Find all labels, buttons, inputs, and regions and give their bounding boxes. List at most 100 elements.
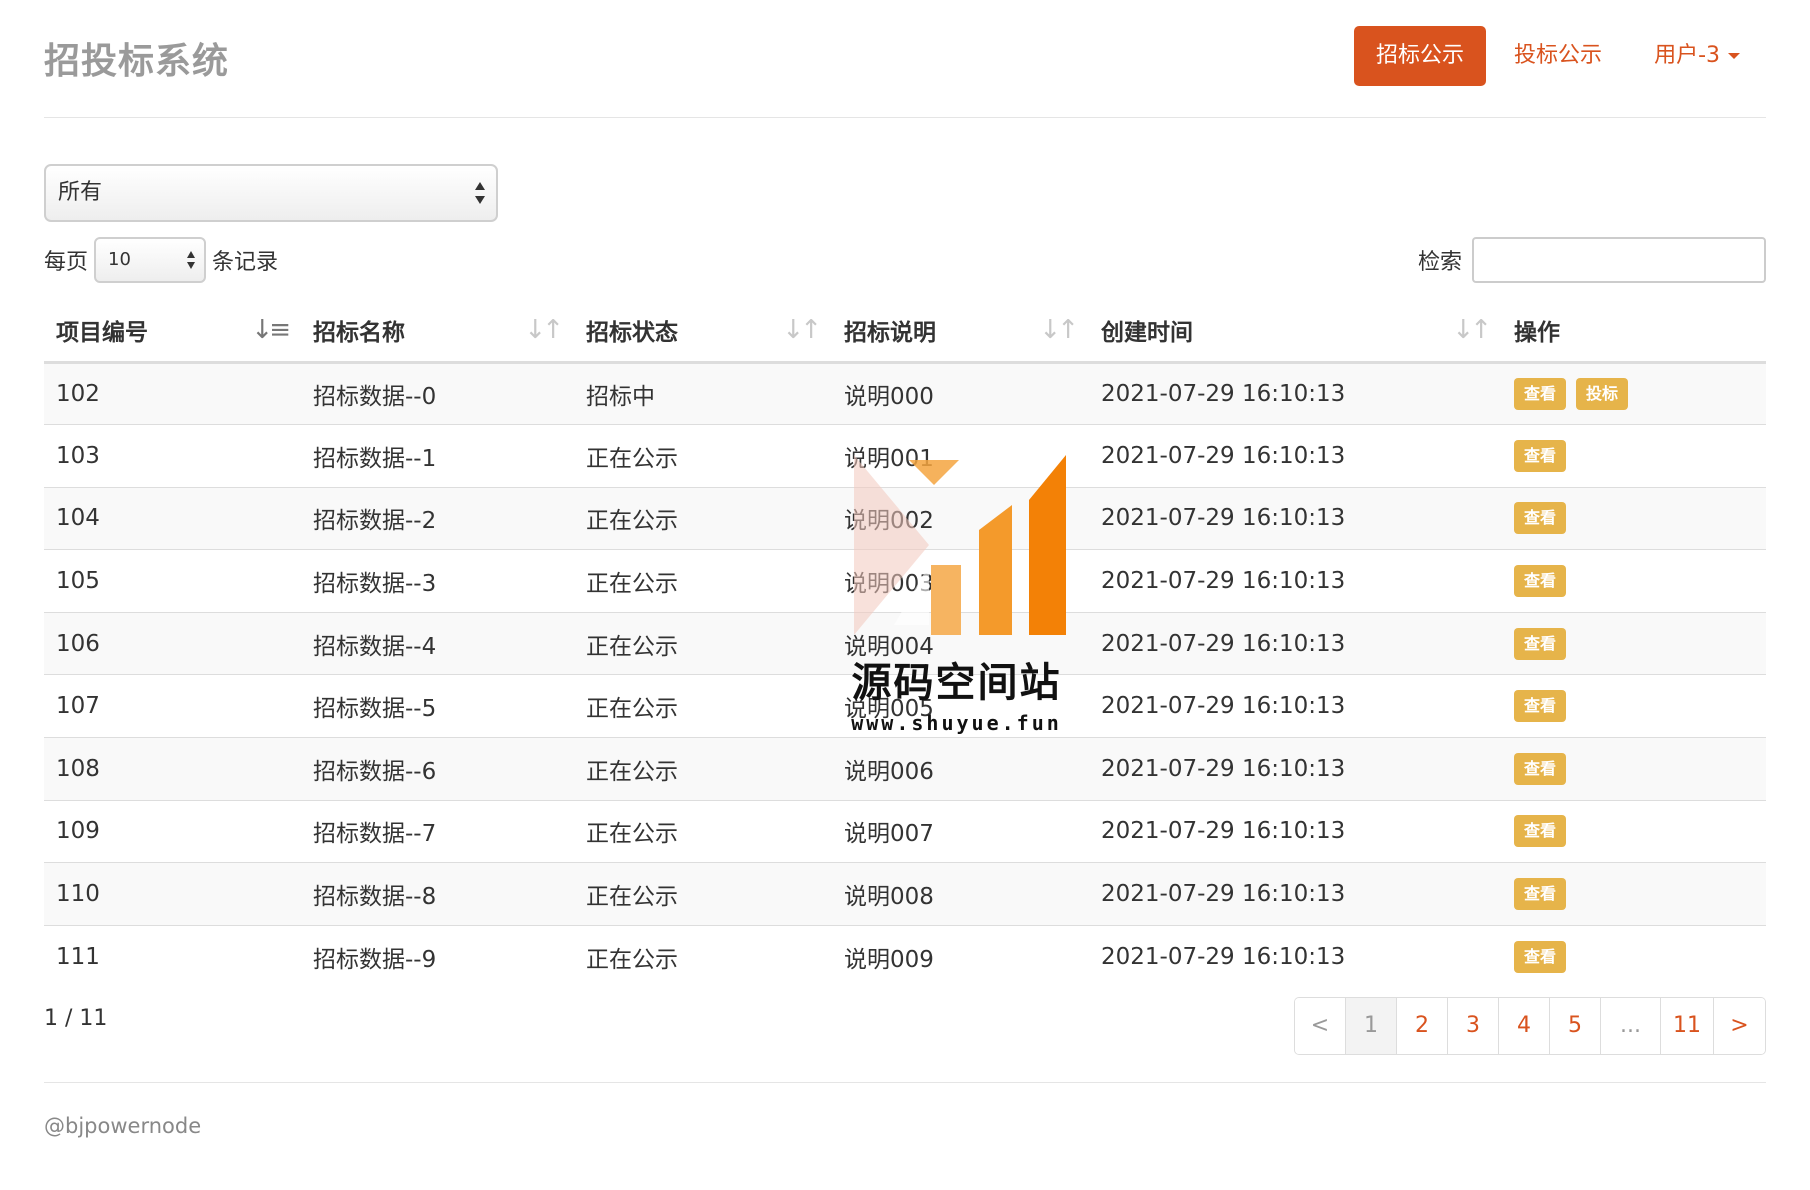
pagination-info: 1 / 11 — [44, 1006, 108, 1031]
cell-status: 正在公示 — [574, 924, 832, 988]
page-button-5[interactable]: 5 — [1550, 998, 1601, 1054]
bid-button[interactable]: 投标 — [1576, 377, 1629, 410]
select-arrows-icon — [186, 251, 196, 269]
cell-time: 2021-07-29 16:10:13 — [1089, 799, 1502, 863]
view-button[interactable]: 查看 — [1514, 940, 1567, 973]
page-button-1[interactable]: 1 — [1346, 998, 1397, 1054]
column-header-id[interactable]: 项目编号 ↓≡ — [44, 300, 301, 364]
view-button[interactable]: 查看 — [1514, 502, 1567, 535]
column-header-id-label: 项目编号 — [56, 320, 148, 347]
cell-status: 正在公示 — [574, 424, 832, 488]
column-header-status[interactable]: 招标状态 ↓↑ — [574, 300, 832, 364]
column-header-desc-label: 招标说明 — [844, 320, 936, 347]
cell-status: 正在公示 — [574, 799, 832, 863]
column-header-desc[interactable]: 招标说明 ↓↑ — [832, 300, 1089, 364]
view-button[interactable]: 查看 — [1514, 690, 1567, 723]
cell-desc: 说明001 — [832, 424, 1089, 488]
cell-id: 108 — [44, 737, 301, 801]
table-row: 107 招标数据--5 正在公示 说明005 2021-07-29 16:10:… — [44, 674, 1766, 738]
table-row: 104 招标数据--2 正在公示 说明002 2021-07-29 16:10:… — [44, 486, 1766, 550]
cell-actions: 查看 — [1502, 862, 1766, 926]
cell-desc: 说明005 — [832, 674, 1089, 738]
cell-name: 招标数据--4 — [301, 611, 574, 675]
status-filter-value: 所有 — [58, 180, 103, 205]
view-button[interactable]: 查看 — [1514, 752, 1567, 785]
sort-icon[interactable]: ↓↑ — [1039, 315, 1079, 345]
view-button[interactable]: 查看 — [1514, 815, 1567, 848]
column-header-actions-label: 操作 — [1514, 320, 1560, 347]
cell-name: 招标数据--1 — [301, 424, 574, 488]
cell-actions: 查看 投标 — [1502, 361, 1766, 425]
cell-id: 111 — [44, 924, 301, 988]
page-next-button[interactable]: > — [1714, 998, 1765, 1054]
table-row: 103 招标数据--1 正在公示 说明001 2021-07-29 16:10:… — [44, 424, 1766, 488]
cell-time: 2021-07-29 16:10:13 — [1089, 549, 1502, 613]
cell-name: 招标数据--0 — [301, 361, 574, 425]
page-length-select[interactable]: 10 — [94, 237, 207, 283]
sort-icon[interactable]: ↓↑ — [524, 315, 564, 345]
view-button[interactable]: 查看 — [1514, 377, 1567, 410]
tender-table: 项目编号 ↓≡ 招标名称 ↓↑ 招标状态 ↓↑ 招标说明 ↓↑ 创建时间 ↓↑ 操作 10… — [44, 300, 1766, 988]
page-prev-button[interactable]: < — [1295, 998, 1346, 1054]
page-button-11[interactable]: 11 — [1661, 998, 1714, 1054]
table-row: 106 招标数据--4 正在公示 说明004 2021-07-29 16:10:… — [44, 611, 1766, 675]
column-header-time[interactable]: 创建时间 ↓↑ — [1089, 300, 1502, 364]
cell-name: 招标数据--3 — [301, 549, 574, 613]
search-control: 检索 — [1418, 237, 1766, 283]
cell-actions: 查看 — [1502, 424, 1766, 488]
pagination: < 1 2 3 4 5 ... 11 > — [1294, 997, 1766, 1055]
cell-id: 110 — [44, 862, 301, 926]
view-button[interactable]: 查看 — [1514, 565, 1567, 598]
search-label: 检索 — [1417, 250, 1462, 275]
cell-status: 正在公示 — [574, 611, 832, 675]
cell-actions: 查看 — [1502, 611, 1766, 675]
cell-id: 106 — [44, 611, 301, 675]
view-button[interactable]: 查看 — [1514, 878, 1567, 911]
sort-icon[interactable]: ↓↑ — [782, 315, 822, 345]
cell-name: 招标数据--2 — [301, 486, 574, 550]
cell-time: 2021-07-29 16:10:13 — [1089, 737, 1502, 801]
brand-title: 招投标系统 — [44, 41, 230, 82]
page-length-control: 每页 10 条记录 — [44, 237, 278, 283]
cell-status: 正在公示 — [574, 549, 832, 613]
table-row: 105 招标数据--3 正在公示 说明003 2021-07-29 16:10:… — [44, 549, 1766, 613]
sort-ascending-icon[interactable]: ↓≡ — [251, 315, 291, 345]
view-button[interactable]: 查看 — [1514, 439, 1567, 472]
nav-user-label: 用户-3 — [1654, 43, 1720, 68]
cell-status: 正在公示 — [574, 674, 832, 738]
table-row: 109 招标数据--7 正在公示 说明007 2021-07-29 16:10:… — [44, 799, 1766, 863]
footer-text: @bjpowernode — [44, 1114, 202, 1138]
select-arrows-icon — [474, 182, 486, 204]
nav-bid-notice[interactable]: 投标公示 — [1488, 26, 1628, 86]
sort-icon[interactable]: ↓↑ — [1452, 315, 1492, 345]
page-button-3[interactable]: 3 — [1448, 998, 1499, 1054]
nav-bid-notice-label: 投标公示 — [1514, 43, 1603, 68]
table-row: 111 招标数据--9 正在公示 说明009 2021-07-29 16:10:… — [44, 924, 1766, 988]
page-button-2[interactable]: 2 — [1397, 998, 1448, 1054]
table-row: 110 招标数据--8 正在公示 说明008 2021-07-29 16:10:… — [44, 862, 1766, 926]
status-filter-select[interactable]: 所有 — [44, 164, 498, 222]
nav-menu: 招标公示 投标公示 用户-3 — [1354, 26, 1766, 86]
cell-actions: 查看 — [1502, 737, 1766, 801]
view-button[interactable]: 查看 — [1514, 627, 1567, 660]
cell-id: 109 — [44, 799, 301, 863]
search-input[interactable] — [1472, 237, 1766, 283]
column-header-name-label: 招标名称 — [313, 320, 405, 347]
cell-name: 招标数据--7 — [301, 799, 574, 863]
cell-id: 104 — [44, 486, 301, 550]
page-ellipsis: ... — [1601, 998, 1661, 1054]
nav-tender-notice[interactable]: 招标公示 — [1354, 26, 1487, 86]
nav-user-dropdown[interactable]: 用户-3 — [1628, 26, 1766, 86]
page-button-4[interactable]: 4 — [1499, 998, 1550, 1054]
navbar: 招投标系统 招标公示 投标公示 用户-3 — [44, 0, 1766, 118]
cell-actions: 查看 — [1502, 549, 1766, 613]
column-header-name[interactable]: 招标名称 ↓↑ — [301, 300, 574, 364]
cell-desc: 说明006 — [832, 737, 1089, 801]
table-header-row: 项目编号 ↓≡ 招标名称 ↓↑ 招标状态 ↓↑ 招标说明 ↓↑ 创建时间 ↓↑ 操作 — [44, 300, 1766, 364]
footer-divider — [44, 1082, 1766, 1083]
cell-id: 105 — [44, 549, 301, 613]
cell-actions: 查看 — [1502, 924, 1766, 988]
cell-id: 107 — [44, 674, 301, 738]
cell-name: 招标数据--8 — [301, 862, 574, 926]
column-header-status-label: 招标状态 — [586, 320, 678, 347]
